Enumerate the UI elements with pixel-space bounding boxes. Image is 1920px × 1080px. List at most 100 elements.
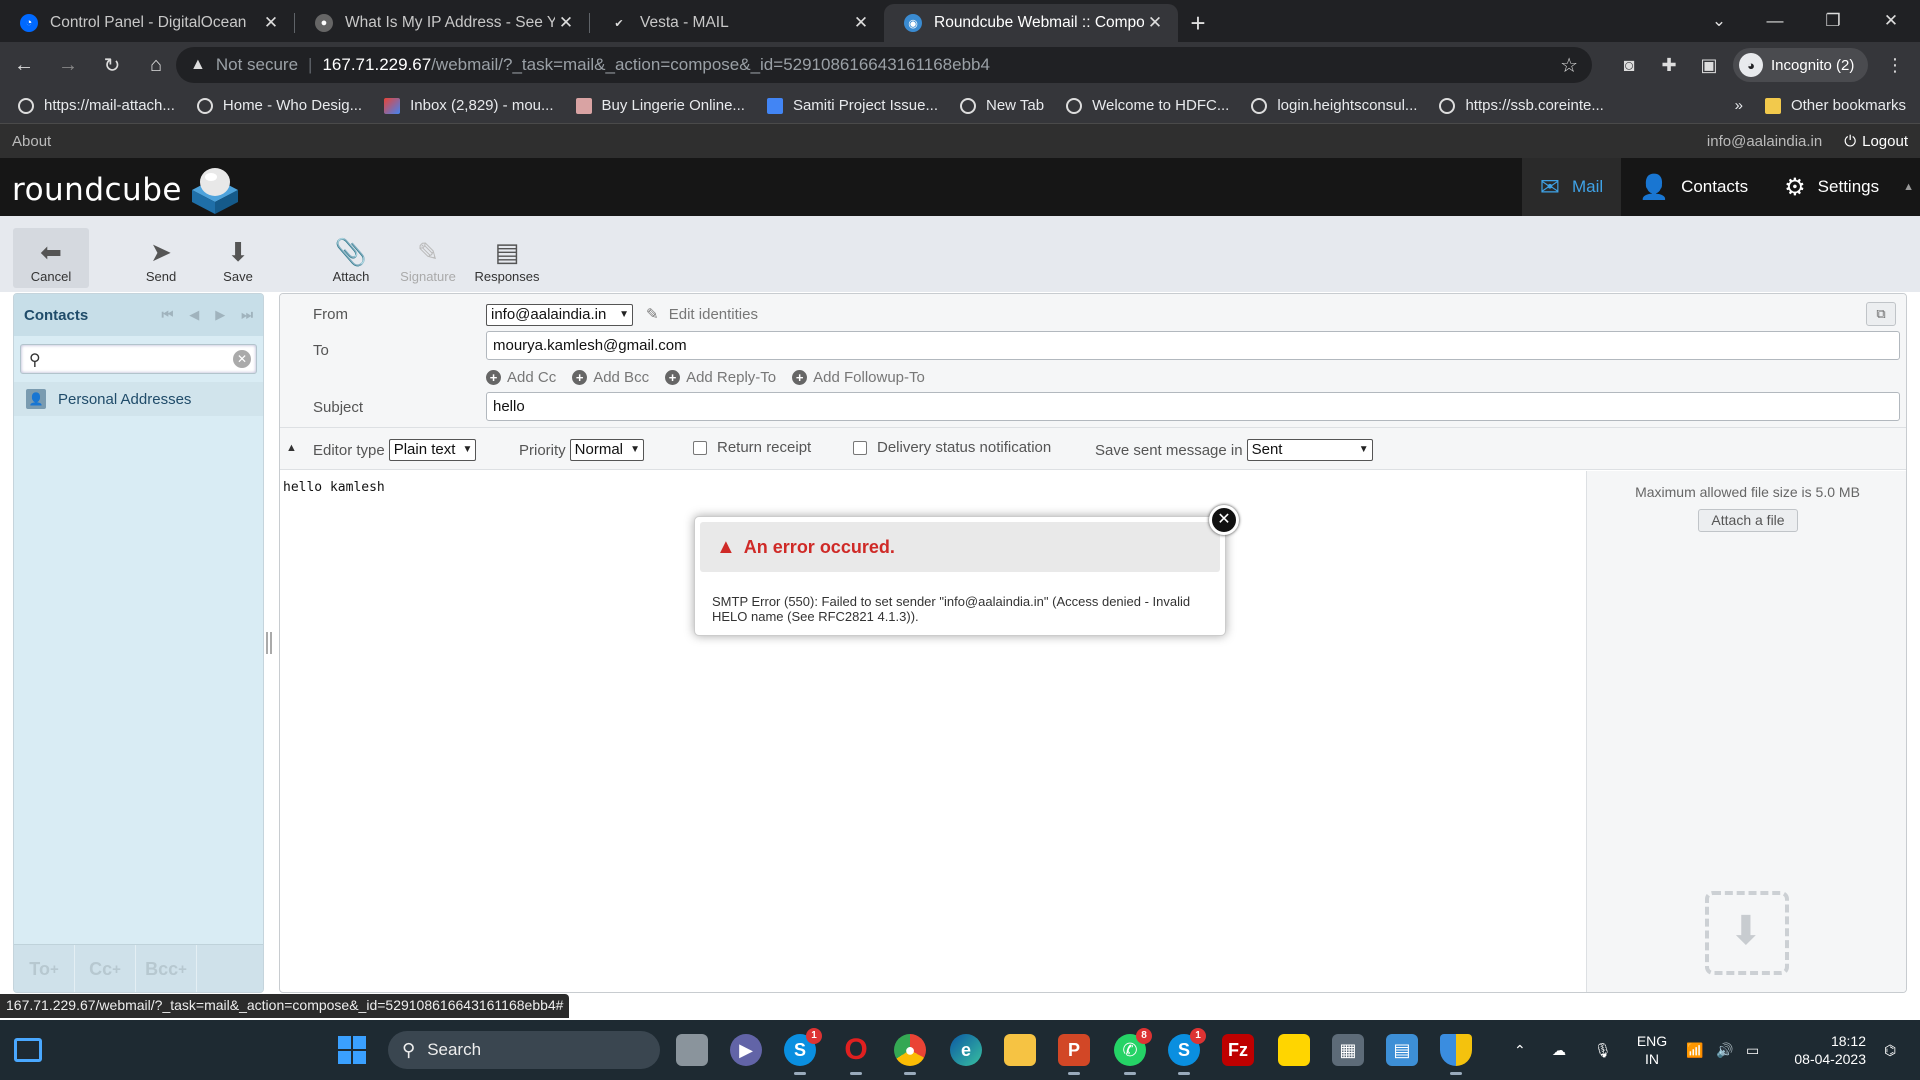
add-to-button[interactable]: To + — [14, 945, 75, 992]
add-bcc-button[interactable]: Bcc + — [136, 945, 197, 992]
edge-icon[interactable]: e — [950, 1034, 982, 1066]
other-bookmarks[interactable]: Other bookmarks — [1764, 97, 1906, 114]
close-dialog-button[interactable]: ✕ — [1209, 505, 1239, 535]
from-select[interactable]: info@aalaindia.in ▼ — [486, 304, 633, 326]
return-receipt-checkbox[interactable] — [693, 440, 707, 455]
bookmarks-overflow[interactable]: » — [1735, 97, 1743, 114]
restore-button[interactable]: ❐ — [1808, 0, 1858, 42]
sticky-notes-icon[interactable] — [1278, 1034, 1310, 1066]
side-panel-icon[interactable]: ▣ — [1694, 50, 1724, 80]
panel-splitter[interactable] — [266, 632, 272, 654]
language-indicator[interactable]: ENG IN — [1636, 1032, 1668, 1068]
file-drop-zone[interactable]: ⬇ — [1705, 891, 1789, 975]
skype-icon[interactable]: S1 — [784, 1028, 822, 1075]
skype-icon-2[interactable]: S1 — [1168, 1028, 1206, 1075]
back-button[interactable]: ← — [4, 45, 44, 85]
clear-search-icon[interactable]: ✕ — [233, 350, 251, 368]
priority-select[interactable]: Normal ▼ — [569, 439, 645, 461]
attach-button[interactable]: 📎 Attach — [313, 228, 389, 288]
security-label[interactable]: Not secure — [216, 55, 298, 75]
filezilla-icon[interactable]: Fz — [1222, 1034, 1254, 1066]
bookmark-item[interactable]: Home - Who Desig... — [196, 97, 362, 114]
last-page-icon[interactable]: ⏭ — [241, 307, 253, 323]
add-reply-to-link[interactable]: + Add Reply-To — [665, 369, 776, 386]
bookmark-item[interactable]: login.heightsconsul... — [1251, 97, 1417, 114]
tab-search-icon[interactable]: ⌄ — [1694, 0, 1744, 42]
file-explorer-icon[interactable] — [1004, 1034, 1036, 1066]
address-book-personal[interactable]: 👤 Personal Addresses — [14, 382, 263, 416]
contacts-search-input[interactable]: ⚲ ✕ — [20, 344, 257, 374]
bookmark-item[interactable]: New Tab — [960, 97, 1044, 114]
roundcube-logo[interactable]: roundcube — [12, 164, 244, 216]
popout-button[interactable]: ⧉ — [1866, 302, 1896, 326]
start-button[interactable] — [338, 1036, 366, 1064]
tab-vesta[interactable]: ✔ Vesta - MAIL ✕ — [590, 4, 884, 42]
delivery-status-checkbox[interactable] — [853, 440, 867, 455]
battery-icon[interactable]: ▭ — [1746, 1020, 1759, 1080]
attach-file-button[interactable]: Attach a file — [1698, 509, 1798, 532]
about-link[interactable]: About — [12, 133, 51, 150]
add-cc-link[interactable]: + Add Cc — [486, 369, 556, 386]
collapse-header-button[interactable]: ▲ — [1897, 158, 1920, 216]
menu-icon[interactable]: ⋮ — [1880, 50, 1910, 80]
close-tab-icon[interactable]: ✕ — [260, 13, 282, 33]
save-button[interactable]: ⬇ Save — [200, 228, 276, 288]
edit-identities-link[interactable]: ✎ Edit identities — [646, 305, 758, 323]
security-shield-icon[interactable] — [1440, 1034, 1472, 1075]
to-field[interactable]: mourya.kamlesh@gmail.com — [486, 331, 1900, 360]
bookmark-item[interactable]: Samiti Project Issue... — [766, 97, 938, 114]
bookmark-item[interactable]: Welcome to HDFC... — [1066, 97, 1229, 114]
bookmark-item[interactable]: Buy Lingerie Online... — [575, 97, 745, 114]
system-clock[interactable]: 18:12 08-04-2023 — [1786, 1032, 1866, 1068]
task-settings[interactable]: ⚙ Settings — [1766, 158, 1897, 216]
add-followup-to-link[interactable]: + Add Followup-To — [792, 369, 925, 386]
wifi-icon[interactable]: 📶 — [1686, 1020, 1703, 1080]
task-mail[interactable]: ✉ Mail — [1521, 158, 1622, 216]
tab-whatismyip[interactable]: ● What Is My IP Address - See Your ✕ — [295, 4, 589, 42]
cancel-button[interactable]: ⬅ Cancel — [13, 228, 89, 288]
minimize-button[interactable]: — — [1750, 0, 1800, 42]
save-sent-select[interactable]: Sent ▼ — [1246, 439, 1373, 461]
whatsapp-icon[interactable]: ✆ 8 — [1114, 1028, 1152, 1075]
editor-type-select[interactable]: Plain text ▼ — [388, 439, 477, 461]
tab-roundcube-compose[interactable]: ◉ Roundcube Webmail :: Compose ✕ — [884, 4, 1178, 42]
incognito-badge[interactable]: ◕ Incognito (2) — [1733, 48, 1869, 82]
teams-chat-icon[interactable]: ▶ — [730, 1034, 762, 1066]
forward-button[interactable]: → — [48, 45, 88, 85]
calculator-icon[interactable]: ▦ — [1332, 1034, 1364, 1066]
bookmark-item[interactable]: https://ssb.coreinte... — [1439, 97, 1604, 114]
tray-overflow-icon[interactable]: ⌃ — [1514, 1020, 1526, 1080]
bookmark-item[interactable]: https://mail-attach... — [18, 97, 175, 114]
close-tab-icon[interactable]: ✕ — [850, 13, 872, 33]
opera-icon[interactable]: O — [840, 1033, 872, 1075]
send-button[interactable]: ➤ Send — [123, 228, 199, 288]
close-tab-icon[interactable]: ✕ — [555, 13, 577, 33]
taskbar-search[interactable]: ⚲ Search — [388, 1031, 660, 1069]
camera-icon[interactable]: ◙ — [1614, 50, 1644, 80]
address-bar[interactable]: ▲ Not secure | 167.71.229.67 /webmail/?_… — [176, 47, 1592, 83]
volume-icon[interactable]: 🔊 — [1716, 1020, 1733, 1080]
task-contacts[interactable]: 👤 Contacts — [1621, 158, 1766, 216]
close-window-button[interactable]: ✕ — [1866, 0, 1916, 42]
close-tab-icon[interactable]: ✕ — [1144, 13, 1166, 33]
bookmark-star-icon[interactable]: ☆ — [1560, 53, 1578, 78]
collapse-options-icon[interactable]: ▲ — [286, 442, 297, 454]
chrome-icon[interactable]: ● — [894, 1034, 926, 1075]
logout-button[interactable]: ⏻ Logout — [1844, 133, 1908, 150]
next-page-icon[interactable]: ▶ — [215, 307, 225, 323]
task-view-icon[interactable] — [676, 1034, 708, 1066]
notepad-icon[interactable]: ▤ — [1386, 1034, 1418, 1066]
prev-page-icon[interactable]: ◀ — [189, 307, 199, 323]
onedrive-icon[interactable]: ☁ — [1552, 1020, 1566, 1080]
home-button[interactable]: ⌂ — [136, 45, 176, 85]
reload-button[interactable]: ↻ — [92, 45, 132, 85]
powerpoint-icon[interactable]: P — [1058, 1034, 1090, 1075]
signature-button[interactable]: ✎ Signature — [390, 228, 466, 288]
notification-icon[interactable]: ⌬ — [1884, 1020, 1896, 1080]
microphone-icon[interactable]: 🎙 — [1594, 1020, 1612, 1080]
add-bcc-link[interactable]: + Add Bcc — [572, 369, 649, 386]
bookmark-item[interactable]: Inbox (2,829) - mou... — [384, 97, 554, 114]
extensions-icon[interactable]: ✚ — [1654, 50, 1684, 80]
new-tab-button[interactable]: + — [1178, 4, 1218, 42]
responses-button[interactable]: ▤ Responses — [469, 228, 545, 288]
